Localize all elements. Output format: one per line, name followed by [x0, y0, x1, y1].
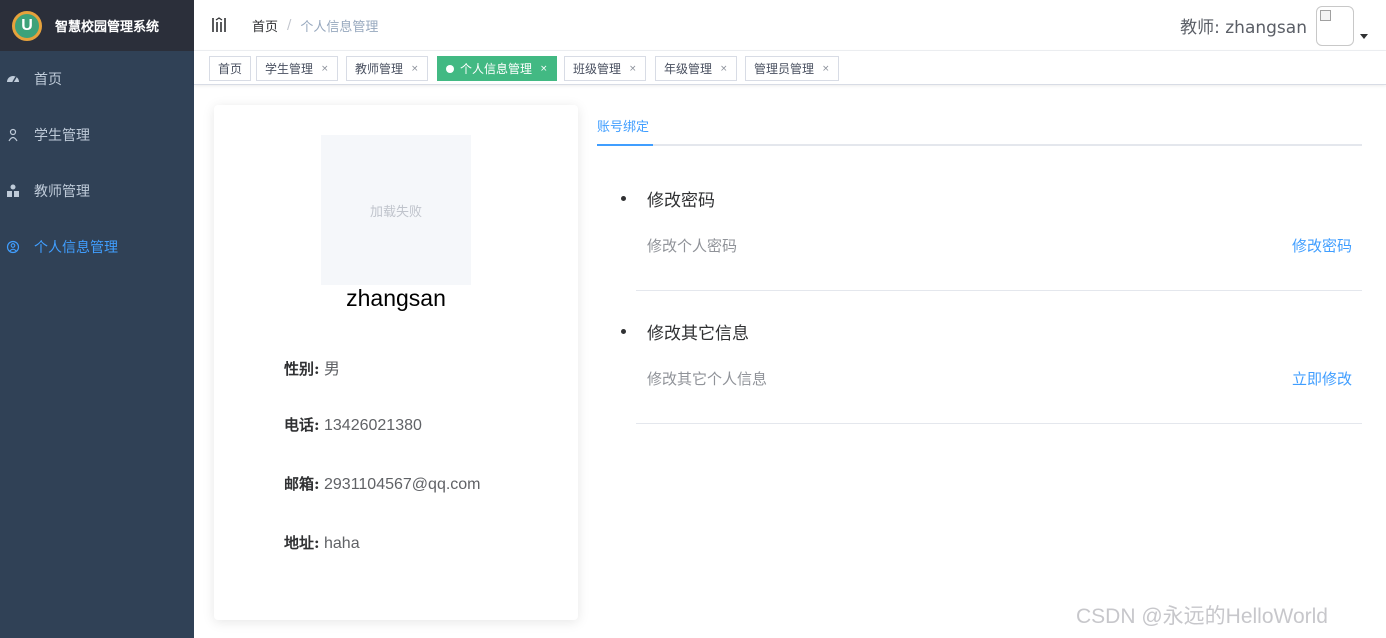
active-dot-icon	[446, 64, 454, 73]
field-value: haha	[324, 535, 360, 552]
close-icon[interactable]: ×	[720, 64, 728, 74]
section-title-other-info: 修改其它信息	[647, 324, 749, 344]
tag-students[interactable]: 学生管理 ×	[256, 56, 338, 81]
sidebar-item-teachers[interactable]: 教师管理	[0, 163, 194, 219]
user-circle-icon	[6, 240, 20, 254]
profile-avatar: 加载失败	[321, 135, 471, 285]
bullet-icon	[621, 329, 626, 334]
tag-label: 班级管理	[573, 62, 622, 76]
sidebar-item-label: 个人信息管理	[34, 240, 118, 256]
avatar[interactable]	[1316, 5, 1354, 46]
sidebar-item-students[interactable]: 学生管理	[0, 107, 194, 163]
watermark: CSDN @永远的HelloWorld	[1076, 605, 1328, 628]
tag-label: 年级管理	[664, 62, 713, 76]
profile-field-email: 邮箱: 2931104567@qq.com	[284, 473, 481, 494]
divider	[636, 290, 1362, 291]
tag-grades[interactable]: 年级管理 ×	[655, 56, 737, 81]
field-label: 电话:	[284, 416, 320, 434]
sidebar-item-label: 首页	[34, 72, 62, 88]
sidebar-item-label: 学生管理	[34, 128, 90, 144]
tag-label: 学生管理	[265, 62, 314, 76]
close-icon[interactable]: ×	[822, 64, 830, 74]
app-title: 智慧校园管理系统	[55, 20, 160, 35]
sidebar-item-personal-info[interactable]: 个人信息管理	[0, 219, 194, 275]
field-value: 男	[324, 361, 341, 378]
user-menu[interactable]: 教师: zhangsan	[1180, 0, 1386, 51]
caret-down-icon[interactable]	[1360, 34, 1368, 39]
tag-teachers[interactable]: 教师管理 ×	[346, 56, 428, 81]
section-desc-other-info: 修改其它个人信息	[647, 370, 768, 388]
divider	[636, 423, 1362, 424]
section-desc-password: 修改个人密码	[647, 237, 738, 255]
user-icon	[6, 128, 20, 142]
sidebar-item-label: 教师管理	[34, 184, 90, 200]
field-label: 邮箱:	[284, 475, 320, 493]
close-icon[interactable]: ×	[321, 64, 329, 74]
peoples-icon	[6, 184, 20, 198]
navbar: 首页 / 个人信息管理 教师: zhangsan	[194, 0, 1386, 51]
close-icon[interactable]: ×	[629, 64, 637, 74]
tag-label: 首页	[218, 62, 243, 76]
tag-label: 管理员管理	[754, 62, 815, 76]
breadcrumb-current: 个人信息管理	[300, 19, 379, 35]
tab-active-indicator	[597, 144, 653, 146]
profile-name: zhangsan	[346, 285, 446, 311]
sidebar-item-home[interactable]: 首页	[0, 51, 194, 107]
profile-field-gender: 性别: 男	[284, 355, 340, 379]
logo-bar: U 智慧校园管理系统	[0, 0, 194, 51]
image-error-text: 加载失败	[369, 204, 422, 220]
tag-label: 个人信息管理	[460, 62, 533, 76]
tab-account-binding[interactable]: 账号绑定	[597, 116, 649, 135]
field-value: 13426021380	[324, 417, 422, 434]
tag-admins[interactable]: 管理员管理 ×	[745, 56, 839, 81]
dashboard-icon	[6, 72, 20, 86]
hamburger-icon[interactable]	[210, 16, 228, 34]
tag-label: 教师管理	[355, 62, 404, 76]
brand-u-logo-icon: U	[12, 10, 42, 41]
field-label: 性别:	[284, 360, 320, 378]
breadcrumb: 首页 / 个人信息管理	[252, 16, 378, 35]
change-password-link[interactable]: 修改密码	[1292, 235, 1352, 256]
breadcrumb-home[interactable]: 首页	[252, 16, 278, 35]
account-tabs: 账号绑定	[597, 110, 1362, 146]
profile-field-address: 地址: haha	[284, 532, 360, 553]
breadcrumb-separator: /	[287, 17, 292, 33]
user-label: 教师: zhangsan	[1180, 18, 1307, 38]
tag-classes[interactable]: 班级管理 ×	[564, 56, 646, 81]
section-title-password: 修改密码	[647, 191, 715, 211]
profile-field-phone: 电话: 13426021380	[284, 414, 422, 435]
broken-image-icon	[1320, 9, 1331, 21]
sidebar: U 智慧校园管理系统 首页 学生管理 教师管理 个人信息管理	[0, 0, 194, 638]
tags-view: 首页 学生管理 × 教师管理 × 个人信息管理 × 班级管理 × 年级管理 × …	[194, 51, 1386, 85]
tag-home[interactable]: 首页	[209, 56, 252, 81]
close-icon[interactable]: ×	[540, 64, 548, 74]
field-value: 2931104567@qq.com	[324, 476, 481, 493]
field-label: 地址:	[284, 534, 320, 552]
close-icon[interactable]: ×	[411, 64, 419, 74]
profile-card: 加载失败 zhangsan 性别: 男 电话: 13426021380 邮箱: …	[214, 105, 578, 620]
tag-personal-info[interactable]: 个人信息管理 ×	[437, 56, 557, 81]
bullet-icon	[621, 196, 626, 201]
edit-info-link[interactable]: 立即修改	[1292, 368, 1352, 389]
